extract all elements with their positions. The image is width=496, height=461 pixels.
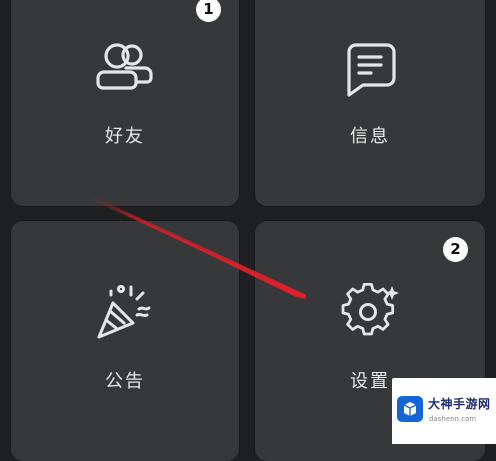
- friends-icon: [96, 43, 153, 90]
- announcements-tile[interactable]: 公告: [11, 221, 239, 461]
- messages-label: 信息: [350, 126, 390, 147]
- party-popper-icon: [97, 284, 151, 339]
- message-icon: [347, 43, 396, 97]
- gear-icon: [341, 283, 399, 336]
- friends-label: 好友: [105, 126, 145, 147]
- announcements-label: 公告: [105, 371, 145, 392]
- watermark-title: 大神手游网: [428, 397, 491, 411]
- watermark: 大神手游网 dashenn.com: [392, 378, 496, 444]
- cube-logo-icon: [397, 396, 423, 422]
- step-badge-2: 2: [443, 237, 468, 262]
- friends-tile[interactable]: 好友: [11, 0, 239, 206]
- messages-tile[interactable]: 信息: [255, 0, 485, 206]
- watermark-subtitle: dashenn.com: [429, 415, 477, 423]
